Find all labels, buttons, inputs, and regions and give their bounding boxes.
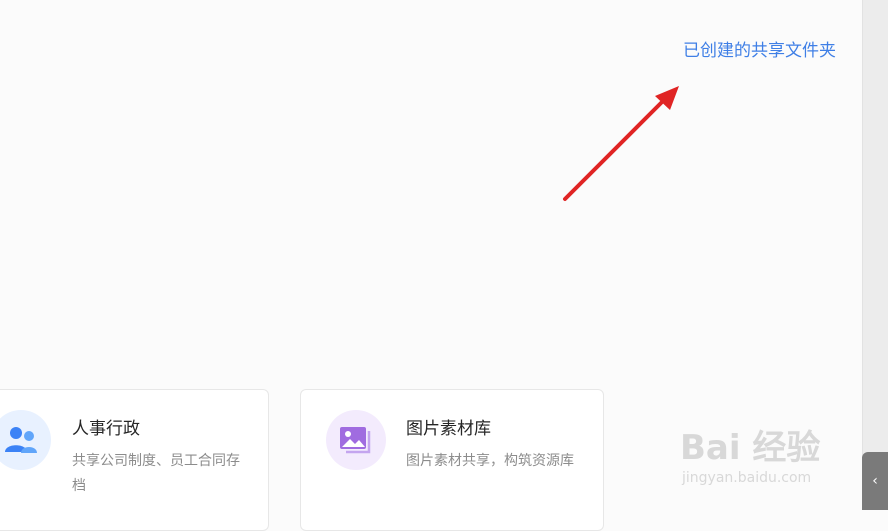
card-description: 共享公司制度、员工合同存档 — [72, 453, 240, 494]
card-title: 人事行政 — [72, 419, 140, 439]
watermark-main-text: Bai 经验 — [680, 428, 821, 468]
card-title: 图片素材库 — [406, 419, 491, 439]
baidu-jingyan-watermark: Bai 经验 jingyan.baidu.com — [680, 420, 850, 500]
card-description: 图片素材共享，构筑资源库 — [406, 453, 574, 469]
people-icon — [0, 410, 51, 470]
image-gallery-icon — [326, 410, 386, 470]
watermark-url: jingyan.baidu.com — [682, 470, 812, 486]
